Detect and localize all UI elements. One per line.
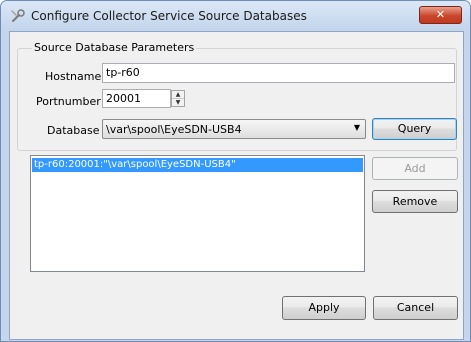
spin-down-icon[interactable]: ▼ [172,99,184,106]
title-bar[interactable]: Configure Collector Service Source Datab… [1,1,470,30]
chevron-down-icon: ▼ [353,123,360,132]
query-button[interactable]: Query [372,118,457,140]
source-databases-list[interactable]: tp-r60:20001:"\var\spool\EyeSDN-USB4" [30,155,365,272]
add-button[interactable]: Add [372,157,458,180]
remove-button[interactable]: Remove [372,190,458,213]
close-button[interactable]: ✕ [419,6,462,24]
close-icon: ✕ [435,8,446,21]
database-label: Database [47,124,100,137]
cancel-button[interactable]: Cancel [373,296,458,320]
hostname-value: tp-r60 [106,66,140,79]
portnumber-label: Portnumber [36,95,101,108]
group-title: Source Database Parameters [32,41,197,54]
portnumber-value: 20001 [106,92,141,105]
apply-button[interactable]: Apply [282,296,366,320]
configure-tools-icon [11,9,25,22]
hostname-label: Hostname [45,70,102,83]
window-title: Configure Collector Service Source Datab… [31,9,307,23]
spin-up-icon[interactable]: ▲ [172,91,184,99]
database-value: \var\spool\EyeSDN-USB4 [106,123,242,136]
database-select[interactable]: \var\spool\EyeSDN-USB4 ▼ [102,119,366,139]
portnumber-input[interactable]: 20001 [102,89,171,108]
list-item[interactable]: tp-r60:20001:"\var\spool\EyeSDN-USB4" [32,158,363,172]
hostname-input[interactable]: tp-r60 [102,63,455,83]
portnumber-spinner[interactable]: ▲ ▼ [171,90,185,107]
